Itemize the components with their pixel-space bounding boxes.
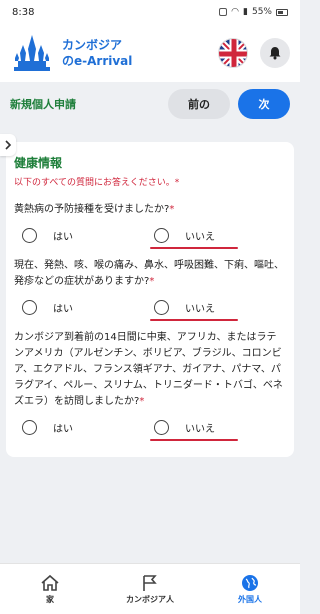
next-button[interactable]: 次	[238, 89, 290, 119]
radio-yes[interactable]: はい	[22, 419, 154, 435]
home-icon	[41, 574, 59, 591]
red-underline-mark	[150, 246, 238, 249]
globe-icon	[242, 574, 258, 591]
red-underline-mark	[150, 438, 238, 441]
side-panel-toggle[interactable]	[0, 134, 16, 156]
notifications-button[interactable]	[260, 38, 290, 68]
flag-icon	[143, 574, 157, 591]
question-symptoms: 現在、発熱、咳、喉の痛み、鼻水、呼吸困難、下痢、嘔吐、発疹などの症状がありますか…	[14, 260, 284, 287]
nav-foreigner[interactable]: 外国人	[200, 564, 300, 614]
radio-circle[interactable]	[154, 299, 169, 315]
app-title: カンボジア のe-Arrival	[62, 38, 133, 68]
radio-circle[interactable]	[22, 227, 37, 243]
nav-home[interactable]: 家	[0, 564, 100, 614]
app-header: カンボジア のe-Arrival	[0, 24, 300, 82]
radio-no[interactable]: いいえ	[150, 419, 286, 441]
radio-group-symptoms: はい いいえ	[14, 298, 286, 321]
section-title: 健康情報	[14, 156, 63, 170]
notification-icon	[219, 8, 228, 16]
radio-group-yellow-fever: はい いいえ	[14, 226, 286, 249]
red-underline-mark	[150, 318, 238, 321]
signal-icon: ▮	[243, 7, 248, 17]
health-info-card: 健康情報 以下のすべての質問にお答えください。* 黄熱病の予防接種を受けましたか…	[6, 142, 294, 457]
angkor-logo-icon	[10, 31, 54, 75]
radio-yes[interactable]: はい	[22, 227, 154, 243]
radio-group-travel-history: はい いいえ	[14, 418, 286, 441]
question-travel-history: カンボジア到着前の14日間に中東、アフリカ、またはラテンアメリカ（アルゼンチン、…	[14, 332, 283, 407]
bottom-navigation: 家 カンボジア人 外国人	[0, 563, 300, 614]
application-type-label: 新規個人申請	[10, 98, 76, 111]
radio-circle[interactable]	[154, 419, 169, 435]
nav-cambodian[interactable]: カンボジア人	[100, 564, 200, 614]
radio-circle[interactable]	[22, 299, 37, 315]
radio-yes[interactable]: はい	[22, 299, 154, 315]
radio-no[interactable]: いいえ	[150, 299, 286, 321]
instruction-text: 以下のすべての質問にお答えください。*	[14, 178, 180, 188]
status-bar: 8:38 ◠ ▮ 55%	[0, 0, 300, 24]
battery-percent: 55%	[251, 7, 272, 17]
previous-button[interactable]: 前の	[168, 89, 230, 119]
radio-circle[interactable]	[22, 419, 37, 435]
bell-icon	[269, 47, 281, 60]
radio-circle[interactable]	[154, 227, 169, 243]
chevron-right-icon	[5, 140, 12, 150]
uk-flag-icon[interactable]	[218, 38, 248, 68]
form-nav-bar: 新規個人申請 前の 次	[0, 84, 300, 124]
question-yellow-fever: 黄熱病の予防接種を受けましたか?*	[14, 204, 175, 215]
radio-no[interactable]: いいえ	[150, 227, 286, 249]
status-time: 8:38	[12, 6, 35, 18]
wifi-icon: ◠	[231, 7, 240, 17]
battery-icon	[276, 8, 288, 16]
